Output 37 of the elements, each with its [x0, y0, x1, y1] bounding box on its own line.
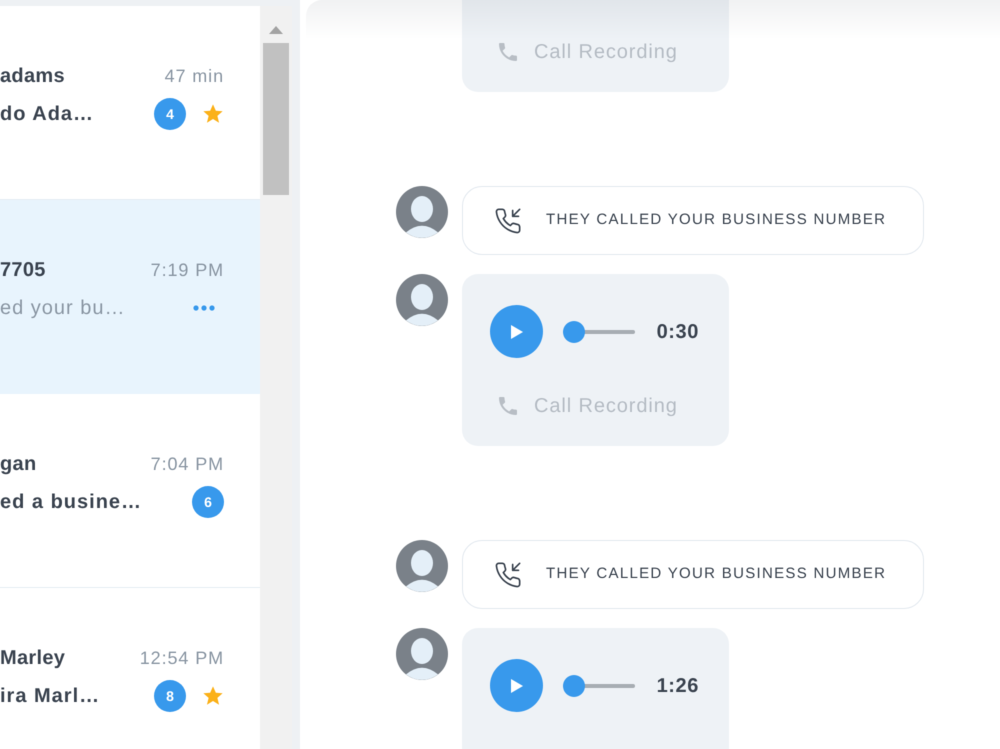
conversation-item[interactable]: 7705 7:19 PM ed your bu…	[0, 200, 260, 394]
recording-label: Call Recording	[534, 396, 678, 416]
message-time: 7:19 PM	[150, 259, 224, 281]
phone-arrow-icon	[494, 560, 522, 588]
unread-count: 6	[192, 486, 224, 518]
message-time: 12:54 PM	[140, 647, 224, 669]
phone-icon	[498, 42, 518, 62]
seek-slider[interactable]	[563, 320, 635, 342]
message-time: 7:04 PM	[150, 453, 224, 475]
seek-slider[interactable]	[563, 674, 635, 696]
message-preview: ed a busine…	[0, 490, 142, 514]
phone-icon	[498, 396, 518, 416]
scrollbar-thumb[interactable]	[263, 43, 289, 195]
phone-arrow-icon	[494, 206, 522, 234]
play-icon	[510, 324, 522, 338]
slider-thumb[interactable]	[563, 320, 585, 342]
scroll-up-arrow-icon[interactable]	[269, 26, 283, 34]
slider-thumb[interactable]	[563, 674, 585, 696]
unread-count: 8	[154, 680, 186, 712]
star-icon[interactable]	[202, 103, 224, 125]
contact-name: Marley	[0, 646, 66, 670]
recording-duration: 0:30	[656, 320, 699, 344]
star-icon[interactable]	[202, 685, 224, 707]
message-preview: ed your bu…	[0, 296, 126, 320]
contact-name: gan	[0, 452, 36, 476]
play-icon	[510, 678, 522, 692]
message-preview: ira Marl…	[0, 684, 100, 708]
call-event-text: THEY CALLED YOUR BUSINESS NUMBER	[546, 564, 886, 584]
more-icon[interactable]	[193, 305, 215, 311]
contact-name: 7705	[0, 258, 46, 282]
unread-count: 4	[154, 98, 186, 130]
call-event-text: THEY CALLED YOUR BUSINESS NUMBER	[546, 210, 886, 230]
recording-label: Call Recording	[534, 42, 678, 62]
message-preview: do Ada…	[0, 102, 94, 126]
contact-name: adams	[0, 64, 65, 88]
recording-duration: 1:26	[656, 674, 699, 698]
message-time: 47 min	[164, 65, 224, 87]
